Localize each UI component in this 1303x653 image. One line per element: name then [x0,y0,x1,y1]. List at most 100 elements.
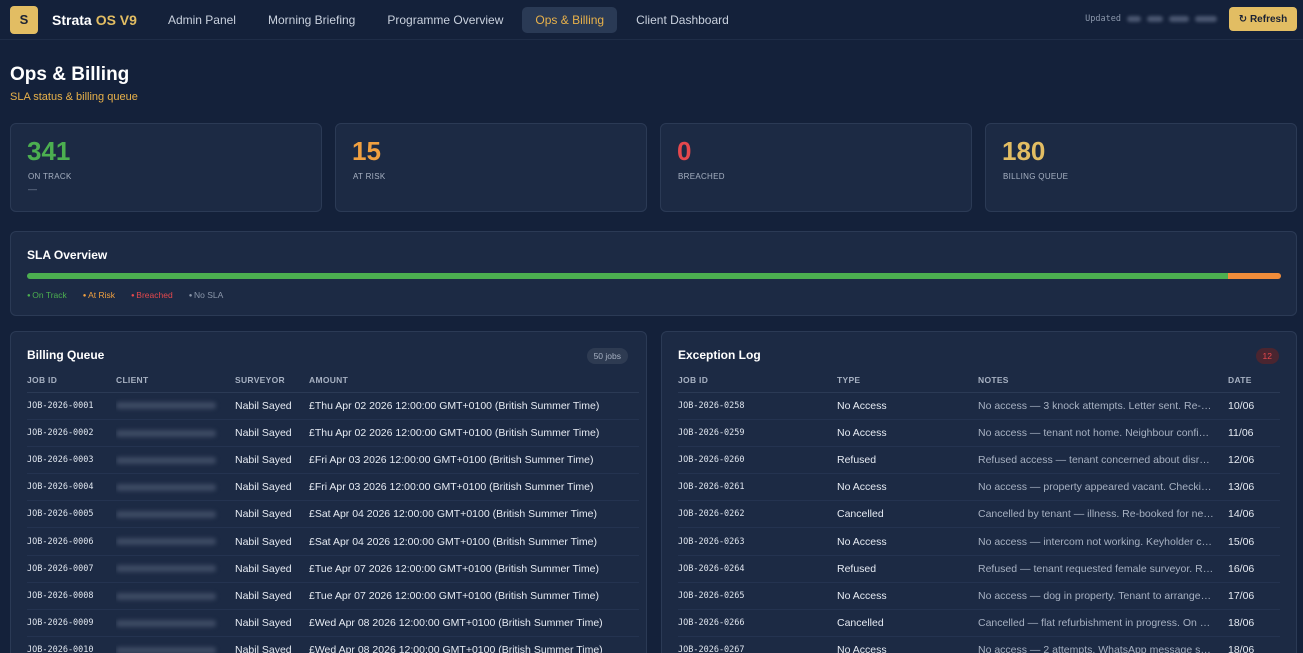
type-cell: No Access [837,392,978,420]
date-cell: 14/06 [1228,500,1280,529]
column-header[interactable]: TYPE [837,368,978,393]
redacted-text [1127,16,1141,22]
table-row[interactable]: JOB-2026-0260 Refused Refused access — ten… [678,446,1280,475]
nav-tab-morning-briefing[interactable]: Morning Briefing [255,7,368,33]
notes-cell: No access — intercom not working. Keyhol… [978,527,1228,556]
type-cell: Cancelled [837,500,978,529]
column-header[interactable]: JOB ID [27,368,116,393]
client-cell [116,419,235,447]
app-logo[interactable]: S [10,5,38,34]
redacted-client-name [116,619,216,627]
date-cell: 18/06 [1228,609,1280,638]
nav-tab-programme-overview[interactable]: Programme Overview [374,7,516,33]
type-cell: No Access [837,582,978,611]
job-id-cell: JOB-2026-0004 [27,473,116,502]
stat-value: 15 [352,136,381,166]
billing-queue-title: Billing Queue [27,348,105,362]
table-row[interactable]: JOB-2026-0261 No Access No access — proper… [678,473,1280,502]
redacted-text [1147,16,1163,22]
legend-item-on-track: On Track [27,290,66,300]
redacted-client-name [116,647,216,653]
column-header[interactable]: JOB ID [678,368,837,393]
table-row[interactable]: JOB-2026-0007 Nabil Sayed £Tue Apr 07 2026… [27,555,639,583]
table-row[interactable]: JOB-2026-0267 No Access No access — 2 atte… [678,636,1280,653]
notes-cell: No access — tenant not home. Neighbour c… [978,419,1228,447]
exception-log-card: Exception Log 12 JOB ID TYPE NOTES DATE JOB… [661,331,1297,653]
table-row[interactable]: JOB-2026-0266 Cancelled Cancelled — flat r… [678,609,1280,638]
job-id-cell: JOB-2026-0265 [678,582,837,611]
table-row[interactable]: JOB-2026-0262 Cancelled Cancelled by tenan… [678,500,1280,529]
job-id-cell: JOB-2026-0010 [27,636,116,653]
billing-queue-card: Billing Queue 50 jobs JOB ID CLIENT SURVEY… [10,331,647,653]
column-header[interactable]: DATE [1228,368,1280,393]
stat-value: 0 [677,136,692,166]
date-cell: 16/06 [1228,555,1280,583]
client-cell [116,555,235,583]
column-header[interactable]: SURVEYOR [235,368,309,393]
date-cell: 10/06 [1228,392,1280,420]
job-id-cell: JOB-2026-0260 [678,446,837,475]
column-header[interactable]: CLIENT [116,368,235,393]
exception-count-badge: 12 [1255,348,1279,364]
notes-cell: No access — 2 attempts. WhatsApp message… [978,636,1228,653]
table-row[interactable]: JOB-2026-0008 Nabil Sayed £Tue Apr 07 2026… [27,582,639,611]
date-cell: 11/06 [1228,419,1280,447]
table-row[interactable]: JOB-2026-0001 Nabil Sayed £Thu Apr 02 2026… [27,392,639,420]
sla-progress-bar [27,273,1281,279]
amount-cell: £Sat Apr 04 2026 12:00:00 GMT+0100 (Brit… [309,500,639,529]
type-cell: Refused [837,446,978,475]
table-row[interactable]: JOB-2026-0263 No Access No access — interc… [678,527,1280,556]
table-row[interactable]: JOB-2026-0006 Nabil Sayed £Sat Apr 04 2026… [27,527,639,556]
nav-tab-client-dashboard[interactable]: Client Dashboard [623,7,742,33]
type-cell: No Access [837,527,978,556]
stat-card-breached: 0 BREACHED [660,123,972,212]
type-cell: Cancelled [837,609,978,638]
table-row[interactable]: JOB-2026-0259 No Access No access — tenant… [678,419,1280,447]
stat-card-billing-queue: 180 BILLING QUEUE [985,123,1297,212]
table-row[interactable]: JOB-2026-0004 Nabil Sayed £Fri Apr 03 2026… [27,473,639,502]
nav-tab-admin-panel[interactable]: Admin Panel [155,7,249,33]
stat-card-on-track: 341 ON TRACK — [10,123,322,212]
redacted-text [1195,16,1217,22]
table-row[interactable]: JOB-2026-0005 Nabil Sayed £Sat Apr 04 2026… [27,500,639,529]
amount-cell: £Wed Apr 08 2026 12:00:00 GMT+0100 (Brit… [309,609,639,638]
client-cell [116,473,235,502]
page-subtitle: SLA status & billing queue [10,91,138,103]
surveyor-cell: Nabil Sayed [235,446,309,475]
table-row[interactable]: JOB-2026-0258 No Access No access — 3 knoc… [678,392,1280,420]
table-row[interactable]: JOB-2026-0010 Nabil Sayed £Wed Apr 08 2026… [27,636,639,653]
table-row[interactable]: JOB-2026-0002 Nabil Sayed £Thu Apr 02 2026… [27,419,639,447]
legend-item-at-risk: At Risk [83,290,115,300]
client-cell [116,636,235,653]
table-row[interactable]: JOB-2026-0265 No Access No access — dog in… [678,582,1280,611]
app-brand[interactable]: Strata OS V9 [52,12,137,28]
table-row[interactable]: JOB-2026-0009 Nabil Sayed £Wed Apr 08 2026… [27,609,639,638]
amount-cell: £Wed Apr 08 2026 12:00:00 GMT+0100 (Brit… [309,636,639,653]
job-id-cell: JOB-2026-0001 [27,392,116,420]
client-cell [116,582,235,611]
job-id-cell: JOB-2026-0003 [27,446,116,475]
job-id-cell: JOB-2026-0262 [678,500,837,529]
sla-overview-card: SLA Overview On Track At Risk Breached No S… [10,231,1297,316]
surveyor-cell: Nabil Sayed [235,609,309,638]
sla-segment-on-track [27,273,1229,279]
type-cell: No Access [837,419,978,447]
nav-tab-ops-billing[interactable]: Ops & Billing [522,6,618,33]
job-id-cell: JOB-2026-0005 [27,500,116,529]
job-id-cell: JOB-2026-0002 [27,419,116,447]
type-cell: Refused [837,555,978,583]
redacted-client-name [116,538,216,546]
date-cell: 18/06 [1228,636,1280,653]
column-header[interactable]: AMOUNT [309,368,639,393]
main-nav: Admin Panel Morning Briefing Programme Ove… [155,6,742,33]
billing-count-badge: 50 jobs [586,348,628,364]
client-cell [116,500,235,529]
redacted-client-name [116,592,216,600]
date-cell: 17/06 [1228,582,1280,611]
refresh-button[interactable]: ↻ Refresh [1229,7,1297,31]
table-row[interactable]: JOB-2026-0264 Refused Refused — tenant req… [678,555,1280,583]
column-header[interactable]: NOTES [978,368,1228,393]
table-row[interactable]: JOB-2026-0003 Nabil Sayed £Fri Apr 03 2026… [27,446,639,475]
stat-label: ON TRACK [28,172,72,181]
surveyor-cell: Nabil Sayed [235,582,309,611]
